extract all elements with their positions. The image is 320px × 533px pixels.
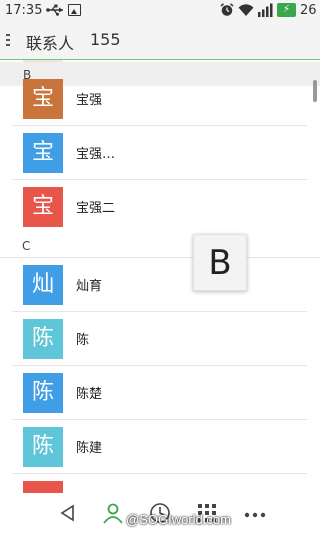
status-bar: 17:35 ⚡ 26	[0, 0, 320, 22]
contact-avatar: 陈	[23, 427, 63, 467]
image-icon	[68, 4, 81, 16]
more-icon[interactable]	[243, 501, 267, 525]
contact-avatar: 宝	[23, 187, 63, 227]
contact-avatar: 陈	[23, 373, 63, 413]
status-time: 17:35	[5, 3, 43, 18]
menu-icon[interactable]	[6, 34, 10, 48]
contact-avatar: 陈	[23, 319, 63, 359]
contact-name: 陈建	[76, 441, 103, 456]
contacts-icon[interactable]	[101, 501, 125, 525]
contact-row[interactable]: 陈 陈	[0, 312, 307, 366]
wifi-icon	[238, 4, 254, 16]
signal-icon	[258, 3, 273, 17]
contact-row[interactable]: 陈 陈建	[0, 420, 307, 474]
contact-avatar: 灿	[23, 265, 63, 305]
page-title: 联系人	[26, 34, 75, 53]
usb-icon	[46, 4, 63, 16]
contact-name: 宝强…	[76, 147, 116, 162]
battery-level: 26	[300, 3, 317, 18]
scrollbar[interactable]	[313, 80, 317, 102]
contact-row[interactable]: 宝 宝强	[0, 72, 307, 126]
contact-row[interactable]: 陈 陈楚	[0, 366, 307, 420]
contact-name: 灿育	[76, 279, 103, 294]
contact-count: 155	[90, 30, 121, 49]
back-icon[interactable]	[56, 501, 80, 525]
contact-name: 陈楚	[76, 387, 103, 402]
battery-icon: ⚡	[277, 3, 296, 17]
contact-name: 宝强	[76, 93, 103, 108]
contact-row[interactable]: 宝 宝强…	[0, 126, 307, 180]
contact-row[interactable]: 灿 灿育	[0, 258, 307, 312]
section-letter: C	[22, 239, 31, 253]
watermark: @SOGIworld.com	[126, 512, 231, 527]
contact-avatar: 宝	[23, 79, 63, 119]
alarm-icon	[220, 3, 234, 16]
section-header-c: C	[0, 234, 320, 258]
app-header: 联系人 155	[0, 22, 320, 60]
contact-name: 陈	[76, 333, 90, 348]
contact-row[interactable]: 宝 宝强二	[0, 180, 307, 234]
contact-avatar: 宝	[23, 133, 63, 173]
index-letter-popup: B	[193, 234, 247, 291]
contact-name: 宝强二	[76, 201, 116, 216]
